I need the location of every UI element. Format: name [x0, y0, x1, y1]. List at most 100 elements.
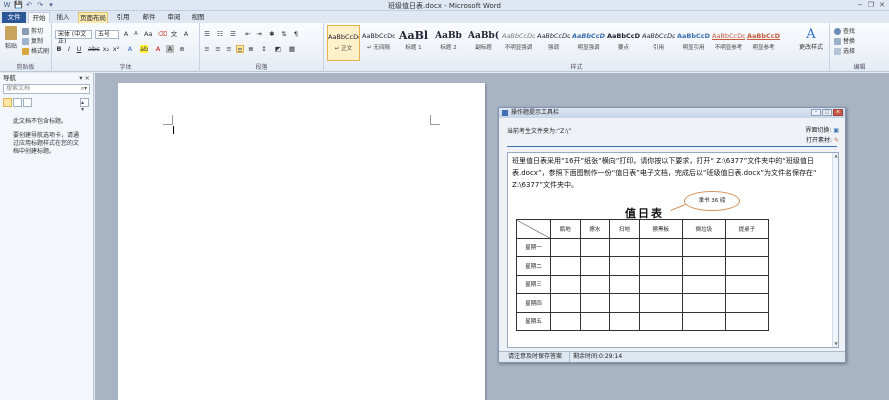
clear-format-icon[interactable]: ⌫	[158, 30, 167, 38]
distributed-icon[interactable]: ≣	[247, 45, 255, 53]
tab-home[interactable]: 开始	[28, 12, 50, 23]
table-header-cell: 扫地	[609, 219, 640, 239]
style-intense-quote[interactable]: AaBbCcDd 明显引用	[677, 25, 710, 61]
superscript-icon[interactable]: x²	[112, 45, 120, 53]
underline-icon[interactable]: U	[75, 45, 83, 53]
table-cell	[609, 311, 640, 331]
shrink-font-icon[interactable]: A	[132, 30, 140, 38]
change-styles-button[interactable]: A 更改样式	[794, 27, 828, 51]
tab-mailings[interactable]: 邮件	[138, 12, 160, 23]
decrease-indent-icon[interactable]: ⇤	[244, 30, 252, 38]
copy-button[interactable]: 复制	[22, 36, 43, 45]
cut-button[interactable]: 剪切	[22, 26, 43, 35]
style-no-spacing[interactable]: AaBbCcDd ↵ 无间隔	[362, 25, 395, 61]
strikethrough-icon[interactable]: abc	[88, 45, 100, 53]
tool-maximize-button[interactable]: □	[822, 109, 832, 116]
change-styles-icon: A	[806, 27, 816, 42]
replace-button[interactable]: 替换	[834, 36, 855, 45]
increase-indent-icon[interactable]: ⇥	[255, 30, 263, 38]
style-subtitle[interactable]: AaBb(副标题	[467, 25, 500, 61]
borders-icon[interactable]: ▦	[288, 45, 296, 53]
italic-icon[interactable]: I	[65, 45, 73, 53]
scroll-down-icon[interactable]: ▼	[833, 341, 838, 347]
open-material-icon[interactable]: ✎	[834, 137, 839, 144]
align-right-icon[interactable]: ≡	[225, 45, 233, 53]
tab-references[interactable]: 引用	[112, 12, 134, 23]
font-size-combo[interactable]: 五号	[95, 30, 119, 39]
paragraph-group-label: 段落	[255, 64, 268, 71]
table-cell	[724, 256, 770, 276]
text-effects-icon[interactable]: A	[126, 45, 134, 53]
char-shading-icon[interactable]: A	[166, 45, 174, 53]
tool-titlebar: 操作题提示工具栏 – □ ×	[499, 108, 845, 118]
browse-headings-icon[interactable]	[3, 98, 12, 107]
style-emphasis[interactable]: AaBbCcDd 强调	[537, 25, 570, 61]
style-intense-emphasis[interactable]: AaBbCcDd 明显强调	[572, 25, 605, 61]
table-cell	[638, 274, 683, 294]
format-painter-button[interactable]: 格式刷	[22, 46, 49, 55]
tab-view[interactable]: 视图	[187, 12, 209, 23]
font-color-icon[interactable]: A	[154, 45, 162, 53]
style-subtle-emphasis[interactable]: AaBbCcDd 不明显强调	[502, 25, 535, 61]
nav-close-icon[interactable]: ▾ ×	[79, 73, 90, 83]
char-border-icon[interactable]: A	[182, 30, 190, 38]
multilevel-list-icon[interactable]: ☰	[229, 30, 237, 38]
nav-arrows-icon[interactable]: ▴ ▾	[80, 98, 89, 113]
table-row-header: 星期二	[516, 256, 551, 276]
minimize-button[interactable]: −	[857, 1, 863, 9]
chinese-layout-icon[interactable]: ✱	[268, 30, 276, 38]
open-material-control[interactable]: 打开素材: ✎	[806, 135, 839, 144]
tab-review[interactable]: 审阅	[163, 12, 185, 23]
select-label: 选择	[843, 48, 856, 55]
browse-pages-icon[interactable]	[13, 98, 22, 107]
style-strong[interactable]: AaBbCcDd 要点	[607, 25, 640, 61]
tool-close-button[interactable]: ×	[833, 109, 843, 116]
change-case-icon[interactable]: Aa	[144, 30, 152, 38]
tab-insert[interactable]: 插入	[52, 12, 74, 23]
justify-icon[interactable]: ≡	[236, 45, 244, 54]
style-sample: AaBbCcDd	[572, 32, 605, 40]
ribbon: 粘贴 剪切 复制 格式刷 剪贴板 宋体 (中文正) 五号 A A Aa ⌫ 文 …	[0, 23, 889, 72]
style-normal[interactable]: AaBbCcDd ↵ 正文	[327, 25, 360, 61]
grow-font-icon[interactable]: A	[122, 30, 130, 38]
nav-search-input[interactable]: 搜索文档 ⌕▾	[3, 84, 90, 94]
style-sample: AaBbCcDd	[502, 32, 535, 40]
style-heading-2[interactable]: AaBb 标题 2	[432, 25, 465, 61]
find-label: 查找	[843, 28, 856, 35]
paste-button[interactable]: 粘贴	[3, 26, 19, 50]
tab-file[interactable]: 文件	[2, 12, 26, 23]
shading-icon[interactable]: ◩	[274, 45, 282, 53]
subscript-icon[interactable]: x₂	[102, 45, 110, 53]
phonetic-guide-icon[interactable]: 文	[170, 30, 178, 38]
align-center-icon[interactable]: ≡	[214, 45, 222, 53]
tool-separator	[507, 146, 837, 147]
sort-icon[interactable]: ⇅	[280, 30, 288, 38]
bullets-icon[interactable]: ☰	[203, 30, 211, 38]
highlight-icon[interactable]: ab	[140, 45, 148, 53]
question-scrollbar[interactable]: ▲ ▼	[832, 153, 838, 347]
show-marks-icon[interactable]: ¶	[292, 30, 300, 38]
enclose-char-icon[interactable]: ⊕	[178, 45, 186, 53]
close-button[interactable]: ✕	[879, 1, 885, 9]
find-button[interactable]: 查找	[834, 26, 855, 35]
switch-view-control[interactable]: 界面切换: ▣	[805, 125, 839, 134]
search-icon[interactable]: ⌕▾	[81, 85, 87, 93]
style-intense-reference[interactable]: AaBbCcDd 明显参考	[747, 25, 780, 61]
bold-icon[interactable]: B	[55, 45, 63, 53]
align-left-icon[interactable]: ≡	[203, 45, 211, 53]
tab-page-layout[interactable]: 页面布局	[78, 12, 108, 23]
maximize-button[interactable]: ❐	[868, 1, 874, 9]
scroll-up-icon[interactable]: ▲	[833, 153, 838, 159]
font-name-combo[interactable]: 宋体 (中文正)	[55, 30, 92, 45]
select-button[interactable]: 选择	[834, 46, 855, 55]
replace-label: 替换	[843, 38, 856, 45]
style-subtle-reference[interactable]: AaBbCcDd 不明显参考	[712, 25, 745, 61]
style-heading-1[interactable]: AaBl 标题 1	[397, 25, 430, 61]
style-sample: AaBbCcDd	[642, 32, 675, 40]
tool-minimize-button[interactable]: –	[811, 109, 821, 116]
switch-icon[interactable]: ▣	[833, 127, 839, 134]
numbering-icon[interactable]: ☷	[216, 30, 224, 38]
style-quote[interactable]: AaBbCcDd 引用	[642, 25, 675, 61]
line-spacing-icon[interactable]: ↕	[260, 45, 268, 53]
browse-results-icon[interactable]	[23, 98, 32, 107]
